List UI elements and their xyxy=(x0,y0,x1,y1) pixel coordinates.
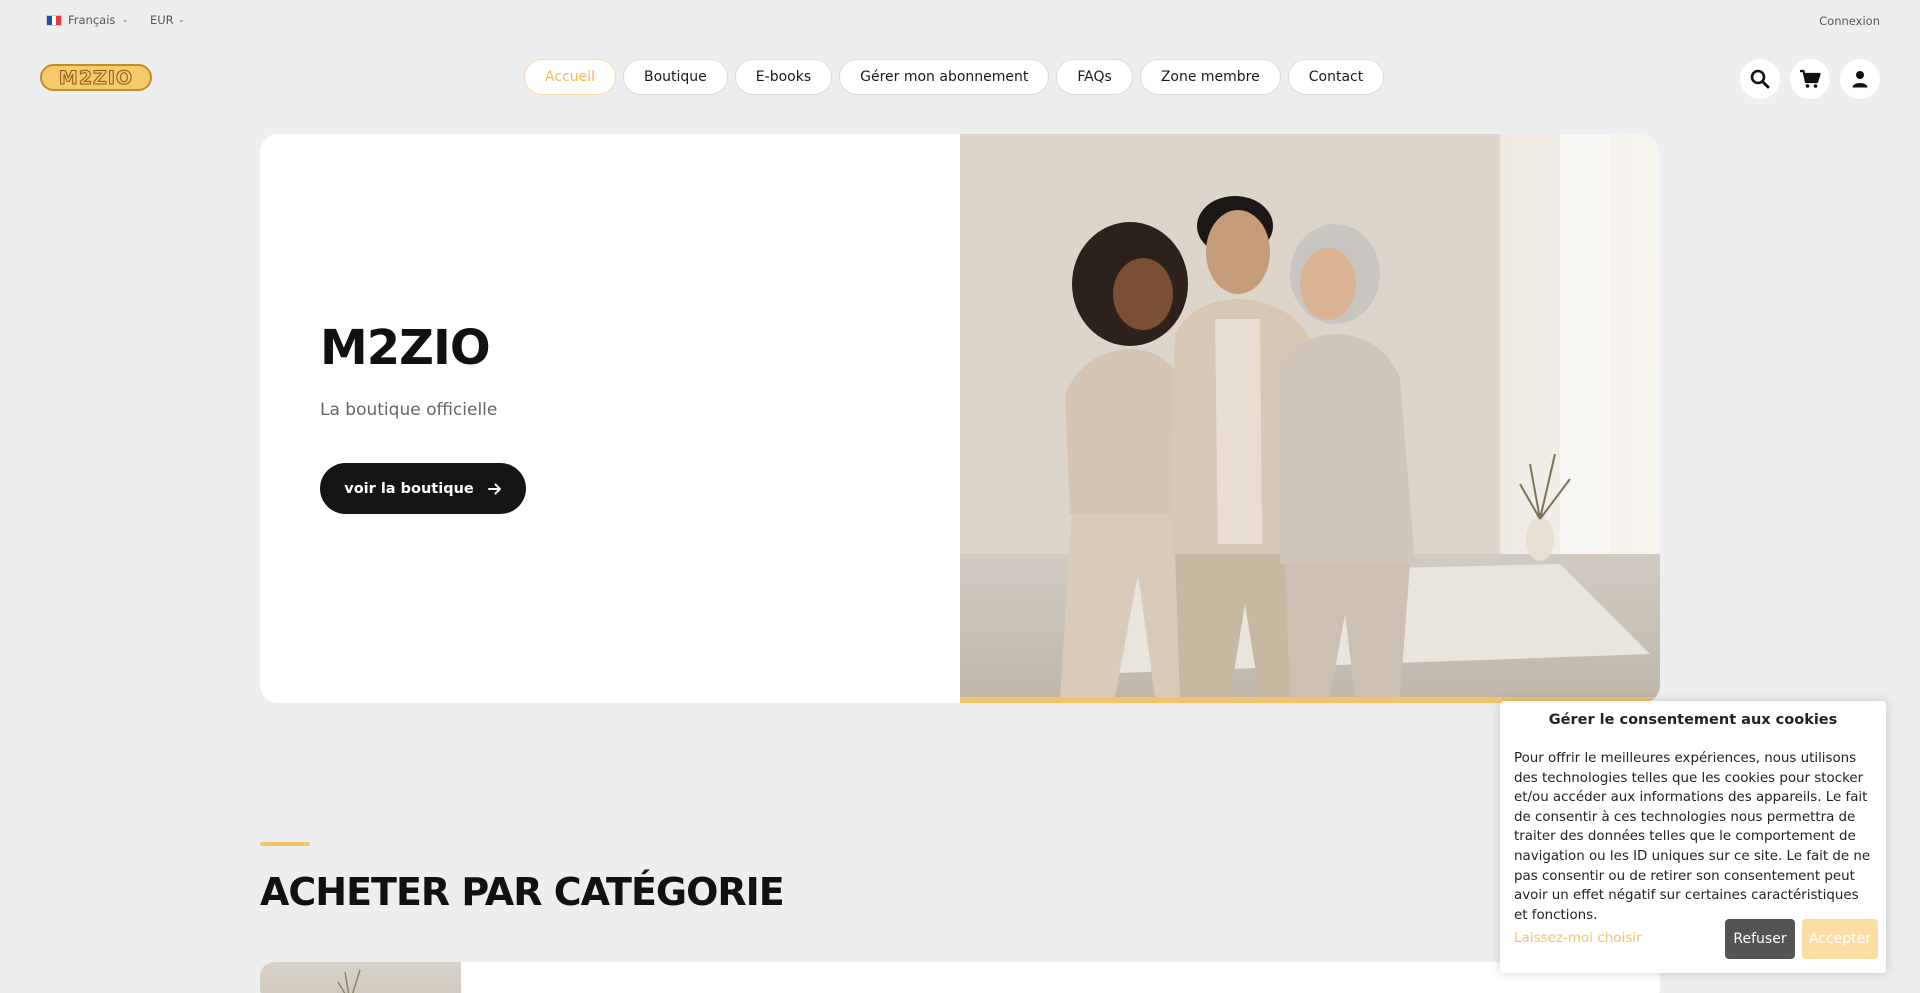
search-icon xyxy=(1750,69,1770,89)
login-link[interactable]: Connexion xyxy=(1819,14,1880,28)
nav-item-boutique[interactable]: Boutique xyxy=(623,59,728,95)
france-flag-icon xyxy=(46,14,62,26)
nav-item-ebooks[interactable]: E-books xyxy=(734,59,833,95)
chevron-down-icon: ⌄ xyxy=(177,15,186,25)
language-selector[interactable]: Français ⌄ xyxy=(46,13,129,27)
hero-content: M2ZIO La boutique officielle voir la bou… xyxy=(260,134,960,703)
language-label: Français xyxy=(68,13,116,27)
nav-item-contact[interactable]: Contact xyxy=(1287,59,1385,95)
nav-item-faqs[interactable]: FAQs xyxy=(1056,59,1133,95)
nav-item-manage-subscription[interactable]: Gérer mon abonnement xyxy=(839,59,1050,95)
shop-button-label: voir la boutique xyxy=(344,480,474,497)
header-icons xyxy=(1740,59,1880,99)
user-icon xyxy=(1852,71,1868,88)
search-button[interactable] xyxy=(1740,59,1780,99)
site-logo[interactable]: M2ZIO xyxy=(40,64,152,91)
shop-button[interactable]: voir la boutique xyxy=(320,463,526,514)
cookie-text: Pour offrir le meilleures expériences, n… xyxy=(1514,751,1871,923)
section-title: ACHETER PAR CATÉGORIE xyxy=(260,870,785,914)
cart-button[interactable] xyxy=(1790,59,1830,99)
arrow-right-icon xyxy=(487,483,501,494)
cookie-choose-link[interactable]: Laissez-moi choisir xyxy=(1514,930,1642,946)
hero-title: M2ZIO xyxy=(320,320,491,376)
hero-subtitle: La boutique officielle xyxy=(320,400,498,420)
cart-icon xyxy=(1800,69,1821,88)
chevron-down-icon: ⌄ xyxy=(121,15,129,25)
cookie-title: Gérer le consentement aux cookies xyxy=(1548,712,1838,728)
nav-item-accueil[interactable]: Accueil xyxy=(524,59,616,95)
currency-selector[interactable]: EUR ⌄ xyxy=(150,13,185,27)
currency-label: EUR xyxy=(150,13,174,27)
hero-photo xyxy=(960,134,1660,697)
section-accent-line xyxy=(260,842,310,846)
category-card[interactable] xyxy=(260,962,1660,993)
main-nav: Accueil Boutique E-books Gérer mon abonn… xyxy=(524,59,1385,95)
hero-banner: M2ZIO La boutique officielle voir la bou… xyxy=(260,134,1660,703)
category-thumbnail xyxy=(260,962,461,993)
cookie-accept-button[interactable]: Accepter xyxy=(1802,919,1878,959)
cookie-consent-dialog: Gérer le consentement aux cookies Pour o… xyxy=(1500,701,1886,973)
cookie-refuse-button[interactable]: Refuser xyxy=(1725,919,1795,959)
nav-item-member-zone[interactable]: Zone membre xyxy=(1139,59,1281,95)
account-button[interactable] xyxy=(1840,59,1880,99)
top-bar: Français ⌄ EUR ⌄ Connexion xyxy=(0,0,1920,40)
